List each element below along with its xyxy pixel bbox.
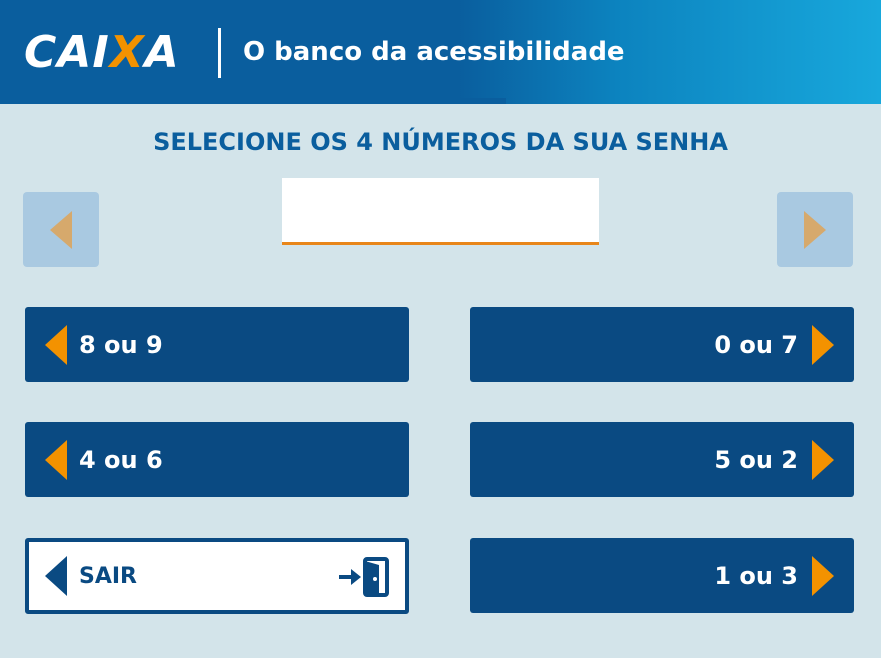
exit-label: SAIR [79, 563, 137, 589]
option-label: 0 ou 7 [714, 330, 798, 359]
option-5-or-2-button[interactable]: 5 ou 2 [470, 422, 854, 497]
arrow-left-icon [45, 439, 67, 480]
page-title: SELECIONE OS 4 NÚMEROS DA SUA SENHA [153, 128, 728, 156]
option-label: 8 ou 9 [79, 330, 163, 359]
arrow-right-icon [804, 210, 826, 249]
arrow-left-icon [50, 210, 72, 249]
option-0-or-7-button[interactable]: 0 ou 7 [470, 307, 854, 382]
exit-door-icon [339, 557, 389, 597]
arrow-left-icon [45, 324, 67, 365]
option-label: 1 ou 3 [714, 561, 798, 590]
header-slogan: O banco da acessibilidade [243, 37, 625, 67]
caixa-logo: CAIXA [24, 27, 180, 78]
option-8-or-9-button[interactable]: 8 ou 9 [25, 307, 409, 382]
previous-button[interactable] [23, 192, 99, 267]
arrow-left-icon [45, 556, 67, 596]
arrow-right-icon [812, 439, 834, 480]
next-button[interactable] [777, 192, 853, 267]
header-divider [218, 28, 221, 78]
option-4-or-6-button[interactable]: 4 ou 6 [25, 422, 409, 497]
arrow-right-icon [812, 324, 834, 365]
password-field [282, 178, 599, 245]
option-1-or-3-button[interactable]: 1 ou 3 [470, 538, 854, 613]
option-label: 5 ou 2 [714, 445, 798, 474]
exit-button[interactable]: SAIR [25, 538, 409, 614]
option-label: 4 ou 6 [79, 445, 163, 474]
header-strip [0, 98, 506, 104]
header: CAIXA O banco da acessibilidade [0, 0, 881, 104]
arrow-right-icon [812, 555, 834, 596]
